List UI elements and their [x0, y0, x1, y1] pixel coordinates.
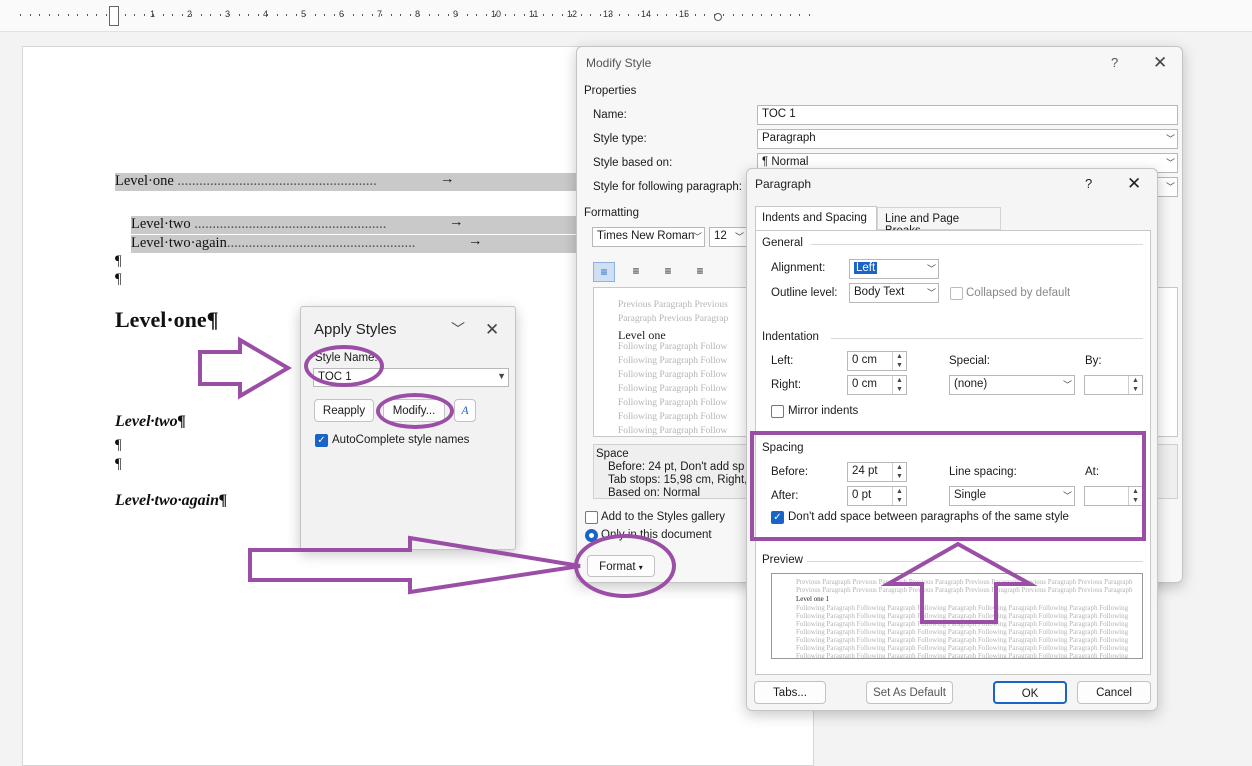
annotation-arrow-right: [198, 336, 292, 400]
annotation-overlay: [198, 336, 1146, 624]
annotation-circle-style-name: [304, 345, 384, 387]
annotation-spacing-box: [750, 431, 1146, 541]
annotation-circle-format: [574, 534, 676, 598]
annotation-circle-modify: [376, 393, 454, 429]
annotation-arrow-up: [880, 541, 1038, 624]
annotation-arrow-long: [248, 535, 581, 595]
